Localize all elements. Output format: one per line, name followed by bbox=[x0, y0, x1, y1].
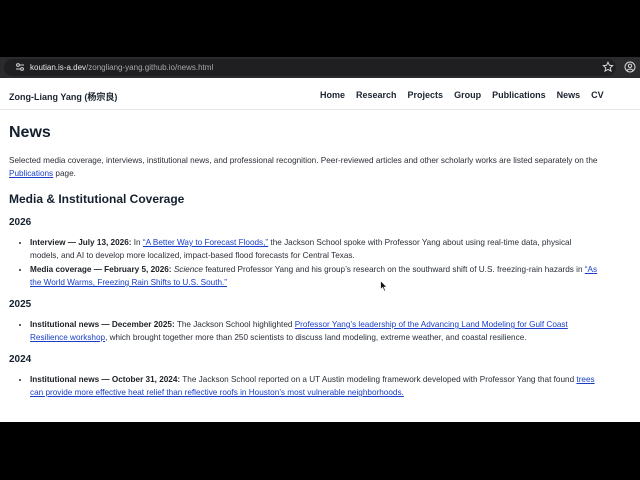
mouse-cursor-icon bbox=[380, 280, 388, 292]
news-list-2026: Interview — July 13, 2026: In “A Better … bbox=[9, 236, 599, 289]
nav-link-research[interactable]: Research bbox=[356, 90, 397, 100]
url-path: /zongliang-yang.github.io/news.html bbox=[86, 63, 214, 72]
browser-address-bar: koutian.is-a.dev/zongliang-yang.github.i… bbox=[0, 57, 640, 78]
main-content: News Selected media coverage, interviews… bbox=[9, 122, 599, 400]
window-bottom-area bbox=[0, 422, 640, 480]
site-brand[interactable]: Zong-Liang Yang (杨宗良) bbox=[9, 90, 117, 103]
nav-link-home[interactable]: Home bbox=[320, 90, 345, 100]
nav-link-publications[interactable]: Publications bbox=[492, 90, 546, 100]
news-item: Institutional news — October 31, 2024: T… bbox=[30, 373, 599, 399]
news-item: Interview — July 13, 2026: In “A Better … bbox=[30, 236, 599, 262]
url-text: koutian.is-a.dev/zongliang-yang.github.i… bbox=[30, 60, 213, 75]
news-item-text: The Jackson School reported on a UT Aust… bbox=[180, 375, 577, 384]
intro-text-after: page. bbox=[53, 169, 76, 178]
bookmark-star-icon[interactable] bbox=[602, 61, 614, 73]
site-header: Zong-Liang Yang (杨宗良) Home Research Projec… bbox=[0, 78, 640, 110]
nav-link-news[interactable]: News bbox=[557, 90, 581, 100]
intro-paragraph: Selected media coverage, interviews, ins… bbox=[9, 154, 599, 180]
site-nav-links: Home Research Projects Group Publications New… bbox=[320, 90, 615, 100]
news-item: Institutional news — December 2025: The … bbox=[30, 318, 599, 344]
news-years: 2026 Interview — July 13, 2026: In “A Bet… bbox=[9, 216, 599, 399]
news-item: Media coverage — February 5, 2026: Scien… bbox=[30, 263, 599, 289]
news-item-label: Interview — July 13, 2026: bbox=[30, 238, 132, 247]
section-title: Media & Institutional Coverage bbox=[9, 192, 185, 206]
nav-link-group[interactable]: Group bbox=[454, 90, 481, 100]
nav-link-projects[interactable]: Projects bbox=[408, 90, 444, 100]
news-list-2024: Institutional news — October 31, 2024: T… bbox=[9, 373, 599, 399]
news-item-text: featured Professor Yang and his group’s … bbox=[202, 265, 585, 274]
publications-link[interactable]: Publications bbox=[9, 169, 53, 178]
url-host: koutian.is-a.dev bbox=[30, 63, 87, 72]
year-heading-2026: 2026 bbox=[9, 217, 32, 228]
news-item-label: Media coverage — February 5, 2026: bbox=[30, 265, 172, 274]
year-heading-2025: 2025 bbox=[9, 299, 32, 310]
news-list-2025: Institutional news — December 2025: The … bbox=[9, 318, 599, 344]
site-settings-icon[interactable] bbox=[14, 61, 26, 73]
news-item-text: , which brought together more than 250 s… bbox=[105, 333, 527, 342]
intro-text-before: Selected media coverage, interviews, ins… bbox=[9, 156, 598, 165]
year-heading-2024: 2024 bbox=[9, 354, 32, 365]
url-field[interactable]: koutian.is-a.dev/zongliang-yang.github.i… bbox=[4, 59, 616, 76]
news-item-text: In bbox=[131, 238, 143, 247]
news-item-link[interactable]: “A Better Way to Forecast Floods,” bbox=[143, 238, 268, 247]
page-title: News bbox=[9, 124, 51, 141]
profile-icon[interactable] bbox=[624, 61, 636, 73]
nav-link-cv[interactable]: CV bbox=[591, 90, 604, 100]
news-item-label: Institutional news — October 31, 2024: bbox=[30, 375, 181, 384]
news-item-outlet: Science bbox=[173, 265, 203, 274]
web-page: Zong-Liang Yang (杨宗良) Home Research Projec… bbox=[0, 78, 640, 422]
news-item-label: Institutional news — December 2025: bbox=[30, 320, 175, 329]
window-top-area bbox=[0, 0, 640, 57]
news-item-text: The Jackson School highlighted bbox=[174, 320, 295, 329]
